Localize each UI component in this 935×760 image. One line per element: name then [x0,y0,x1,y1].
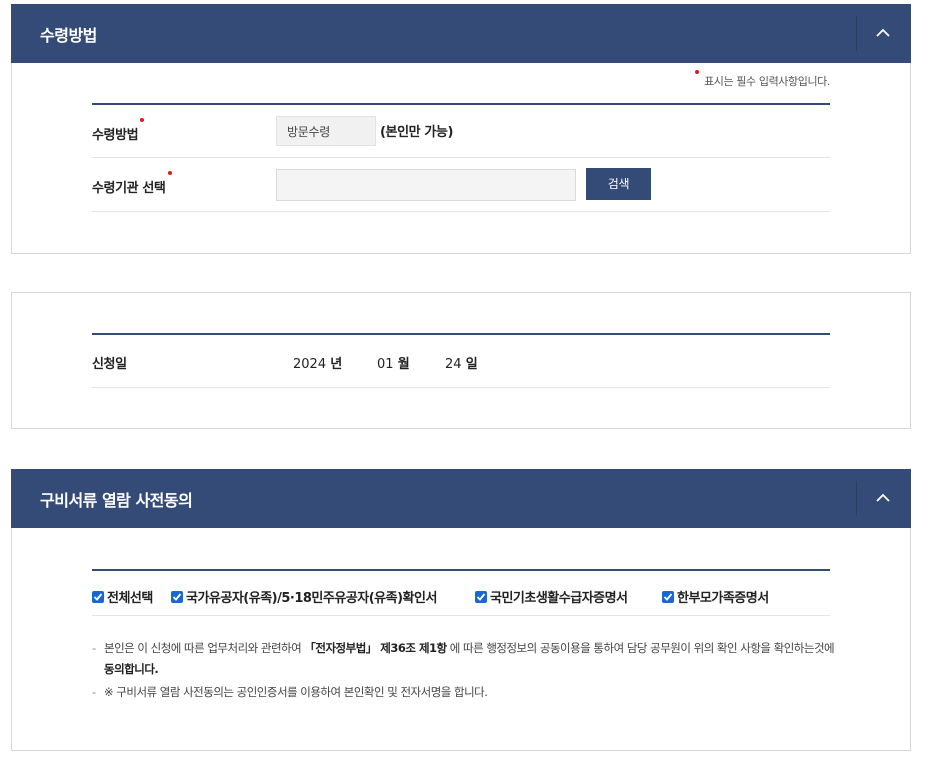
day-unit: 일 [465,357,478,372]
checkbox-checked-icon[interactable] [92,591,104,603]
receipt-method-header: 수령방법 [11,4,911,63]
consent-checkbox-group: 전체선택 국가유공자(유족)/5·18민주유공자(유족)확인서 국민기초생활수급… [92,587,830,617]
method-hint: (본인만 가능) [380,125,454,140]
checkbox-checked-icon[interactable] [475,591,487,603]
required-note: 표시는 필수 입력사항입니다. [695,70,830,89]
document-consent-section: 구비서류 열람 사전동의 전체선택 국가유공자(유족)/5·18민주유공자(유족… [11,469,911,751]
application-date-table: 신청일 2024 년 01 월 24 일 [92,333,830,388]
checkbox-label: 전체선택 [107,591,153,606]
checkbox-basic-livelihood[interactable]: 국민기초생활수급자증명서 [475,587,628,606]
required-dot-icon [140,118,145,122]
checkbox-label: 국민기초생활수급자증명서 [490,591,628,606]
day-value: 24 [445,357,462,372]
date-day: 24 일 [445,353,478,372]
consent-note-2: ※ 구비서류 열람 사전동의는 공인인증서를 이용하여 본인확인 및 전자서명을… [92,682,837,703]
required-dot-icon [695,70,700,74]
method-value-field: 방문수령 [276,116,376,146]
date-year: 2024 년 [293,353,342,372]
agree-text: 동의합니다. [104,662,159,676]
checkbox-label: 국가유공자(유족)/5·18민주유공자(유족)확인서 [186,591,437,606]
date-row: 신청일 2024 년 01 월 24 일 [92,335,830,388]
receipt-method-section: 수령방법 표시는 필수 입력사항입니다. 수령방법 방문수령 (본인만 가능) … [11,4,911,254]
checkbox-label: 한부모가족증명서 [677,591,769,606]
month-unit: 월 [397,357,410,372]
checkbox-checked-icon[interactable] [171,591,183,603]
month-value: 01 [377,357,394,372]
checkbox-merit-certificate[interactable]: 국가유공자(유족)/5·18민주유공자(유족)확인서 [171,587,437,606]
checkbox-single-parent[interactable]: 한부모가족증명서 [662,587,769,606]
receipt-method-table: 수령방법 방문수령 (본인만 가능) 수령기관 선택 검색 [92,103,830,212]
application-date-section: 신청일 2024 년 01 월 24 일 [11,292,911,429]
date-month: 01 월 [377,353,410,372]
year-unit: 년 [330,357,343,372]
collapse-toggle-button[interactable] [856,481,911,516]
agency-label: 수령기관 선택 [92,171,172,196]
checkbox-select-all[interactable]: 전체선택 [92,587,153,606]
method-label: 수령방법 [92,118,145,143]
receipt-method-body: 표시는 필수 입력사항입니다. 수령방법 방문수령 (본인만 가능) 수령기관 … [11,63,911,254]
receipt-method-title: 수령방법 [40,26,97,45]
consent-note-1: 본인은 이 신청에 따른 업무처리와 관련하여 「전자정부법」 제36조 제1항… [92,638,837,680]
required-dot-icon [167,171,172,175]
consent-checkbox-table: 전체선택 국가유공자(유족)/5·18민주유공자(유족)확인서 국민기초생활수급… [92,569,830,616]
method-row: 수령방법 방문수령 (본인만 가능) [92,105,830,158]
document-consent-header: 구비서류 열람 사전동의 [11,469,911,528]
consent-notes: 본인은 이 신청에 따른 업무처리와 관련하여 「전자정부법」 제36조 제1항… [92,638,837,703]
chevron-up-icon [876,493,890,502]
agency-row: 수령기관 선택 검색 [92,158,830,212]
search-button[interactable]: 검색 [586,168,651,200]
required-note-text: 표시는 필수 입력사항입니다. [704,75,830,88]
document-consent-title: 구비서류 열람 사전동의 [40,491,193,510]
agency-input[interactable] [276,169,576,201]
chevron-up-icon [876,28,890,37]
year-value: 2024 [293,357,327,372]
checkbox-checked-icon[interactable] [662,591,674,603]
document-consent-body: 전체선택 국가유공자(유족)/5·18민주유공자(유족)확인서 국민기초생활수급… [11,528,911,751]
date-label: 신청일 [92,357,127,372]
collapse-toggle-button[interactable] [856,16,911,51]
law-reference: 「전자정부법」 제36조 제1항 [304,641,447,655]
